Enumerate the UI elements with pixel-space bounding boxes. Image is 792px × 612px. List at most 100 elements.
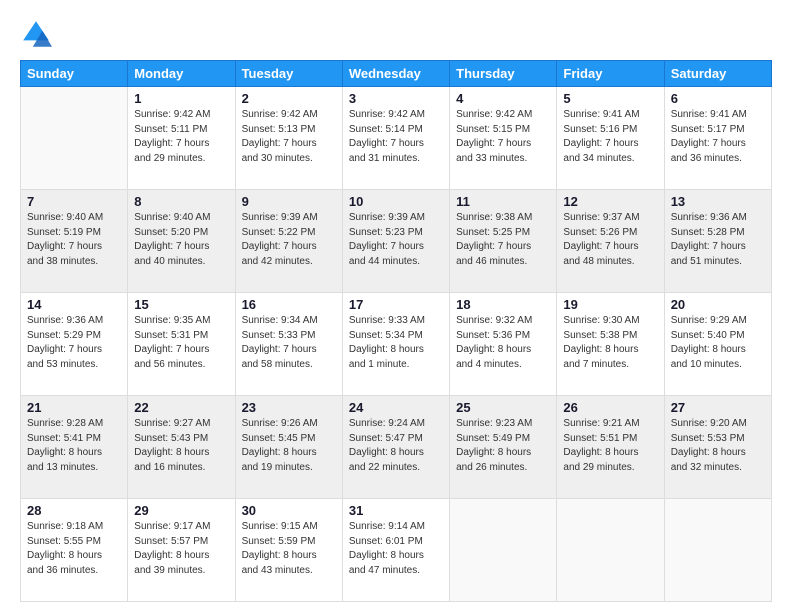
weekday-header-row: SundayMondayTuesdayWednesdayThursdayFrid… xyxy=(21,61,772,87)
calendar-cell: 12 Sunrise: 9:37 AMSunset: 5:26 PMDayligh… xyxy=(557,190,664,293)
day-number: 23 xyxy=(242,400,336,415)
day-info: Sunrise: 9:18 AMSunset: 5:55 PMDaylight:… xyxy=(27,520,121,578)
day-number: 19 xyxy=(563,297,657,312)
day-number: 10 xyxy=(349,194,443,209)
page: SundayMondayTuesdayWednesdayThursdayFrid… xyxy=(0,0,792,612)
week-row-1: 1Sunrise: 9:42 AMSunset: 5:11 PMDaylight… xyxy=(21,87,772,190)
calendar-cell: 7 Sunrise: 9:40 AMSunset: 5:19 PMDaylight… xyxy=(21,190,128,293)
calendar-cell: 29 Sunrise: 9:17 AMSunset: 5:57 PMDayligh… xyxy=(128,499,235,602)
day-number: 30 xyxy=(242,503,336,518)
day-info: Sunrise: 9:42 AMSunset: 5:13 PMDaylight:… xyxy=(242,108,336,166)
day-info: Sunrise: 9:36 AMSunset: 5:28 PMDaylight:… xyxy=(671,211,765,269)
day-number: 29 xyxy=(134,503,228,518)
day-info: Sunrise: 9:39 AMSunset: 5:23 PMDaylight:… xyxy=(349,211,443,269)
calendar-cell: 5Sunrise: 9:41 AMSunset: 5:16 PMDaylight… xyxy=(557,87,664,190)
day-number: 25 xyxy=(456,400,550,415)
day-number: 8 xyxy=(134,194,228,209)
calendar-cell: 21 Sunrise: 9:28 AMSunset: 5:41 PMDayligh… xyxy=(21,396,128,499)
day-number: 17 xyxy=(349,297,443,312)
calendar-cell: 9 Sunrise: 9:39 AMSunset: 5:22 PMDaylight… xyxy=(235,190,342,293)
day-info: Sunrise: 9:21 AMSunset: 5:51 PMDaylight:… xyxy=(563,417,657,475)
weekday-wednesday: Wednesday xyxy=(342,61,449,87)
weekday-monday: Monday xyxy=(128,61,235,87)
calendar-cell: 10 Sunrise: 9:39 AMSunset: 5:23 PMDayligh… xyxy=(342,190,449,293)
calendar-cell: 11 Sunrise: 9:38 AMSunset: 5:25 PMDayligh… xyxy=(450,190,557,293)
day-number: 26 xyxy=(563,400,657,415)
calendar-cell: 4Sunrise: 9:42 AMSunset: 5:15 PMDaylight… xyxy=(450,87,557,190)
calendar: SundayMondayTuesdayWednesdayThursdayFrid… xyxy=(20,60,772,602)
calendar-cell: 31 Sunrise: 9:14 AMSunset: 6:01 PMDayligh… xyxy=(342,499,449,602)
day-info: Sunrise: 9:30 AMSunset: 5:38 PMDaylight:… xyxy=(563,314,657,372)
day-info: Sunrise: 9:15 AMSunset: 5:59 PMDaylight:… xyxy=(242,520,336,578)
day-number: 13 xyxy=(671,194,765,209)
day-number: 2 xyxy=(242,91,336,106)
calendar-cell: 19 Sunrise: 9:30 AMSunset: 5:38 PMDayligh… xyxy=(557,293,664,396)
day-info: Sunrise: 9:38 AMSunset: 5:25 PMDaylight:… xyxy=(456,211,550,269)
calendar-cell: 24 Sunrise: 9:24 AMSunset: 5:47 PMDayligh… xyxy=(342,396,449,499)
day-number: 14 xyxy=(27,297,121,312)
week-row-2: 7 Sunrise: 9:40 AMSunset: 5:19 PMDaylight… xyxy=(21,190,772,293)
week-row-3: 14 Sunrise: 9:36 AMSunset: 5:29 PMDayligh… xyxy=(21,293,772,396)
calendar-cell: 25 Sunrise: 9:23 AMSunset: 5:49 PMDayligh… xyxy=(450,396,557,499)
day-info: Sunrise: 9:35 AMSunset: 5:31 PMDaylight:… xyxy=(134,314,228,372)
day-info: Sunrise: 9:39 AMSunset: 5:22 PMDaylight:… xyxy=(242,211,336,269)
day-number: 21 xyxy=(27,400,121,415)
logo-icon xyxy=(20,18,52,50)
calendar-cell: 6 Sunrise: 9:41 AMSunset: 5:17 PMDaylight… xyxy=(664,87,771,190)
day-number: 12 xyxy=(563,194,657,209)
day-info: Sunrise: 9:26 AMSunset: 5:45 PMDaylight:… xyxy=(242,417,336,475)
day-info: Sunrise: 9:42 AMSunset: 5:15 PMDaylight:… xyxy=(456,108,550,166)
day-number: 9 xyxy=(242,194,336,209)
calendar-cell: 30 Sunrise: 9:15 AMSunset: 5:59 PMDayligh… xyxy=(235,499,342,602)
day-number: 24 xyxy=(349,400,443,415)
day-number: 7 xyxy=(27,194,121,209)
day-number: 20 xyxy=(671,297,765,312)
day-number: 31 xyxy=(349,503,443,518)
day-info: Sunrise: 9:32 AMSunset: 5:36 PMDaylight:… xyxy=(456,314,550,372)
day-info: Sunrise: 9:23 AMSunset: 5:49 PMDaylight:… xyxy=(456,417,550,475)
calendar-cell: 23 Sunrise: 9:26 AMSunset: 5:45 PMDayligh… xyxy=(235,396,342,499)
day-info: Sunrise: 9:40 AMSunset: 5:19 PMDaylight:… xyxy=(27,211,121,269)
calendar-cell xyxy=(450,499,557,602)
calendar-cell: 20Sunrise: 9:29 AMSunset: 5:40 PMDayligh… xyxy=(664,293,771,396)
day-info: Sunrise: 9:20 AMSunset: 5:53 PMDaylight:… xyxy=(671,417,765,475)
calendar-cell: 13 Sunrise: 9:36 AMSunset: 5:28 PMDayligh… xyxy=(664,190,771,293)
day-info: Sunrise: 9:37 AMSunset: 5:26 PMDaylight:… xyxy=(563,211,657,269)
weekday-tuesday: Tuesday xyxy=(235,61,342,87)
calendar-cell: 17 Sunrise: 9:33 AMSunset: 5:34 PMDayligh… xyxy=(342,293,449,396)
header xyxy=(20,18,772,50)
day-info: Sunrise: 9:33 AMSunset: 5:34 PMDaylight:… xyxy=(349,314,443,372)
day-number: 11 xyxy=(456,194,550,209)
week-row-4: 21 Sunrise: 9:28 AMSunset: 5:41 PMDayligh… xyxy=(21,396,772,499)
weekday-saturday: Saturday xyxy=(664,61,771,87)
day-number: 5 xyxy=(563,91,657,106)
day-number: 16 xyxy=(242,297,336,312)
calendar-cell: 3Sunrise: 9:42 AMSunset: 5:14 PMDaylight… xyxy=(342,87,449,190)
day-number: 1 xyxy=(134,91,228,106)
day-number: 22 xyxy=(134,400,228,415)
day-info: Sunrise: 9:41 AMSunset: 5:17 PMDaylight:… xyxy=(671,108,765,166)
day-number: 18 xyxy=(456,297,550,312)
calendar-cell xyxy=(664,499,771,602)
day-number: 27 xyxy=(671,400,765,415)
day-info: Sunrise: 9:27 AMSunset: 5:43 PMDaylight:… xyxy=(134,417,228,475)
weekday-friday: Friday xyxy=(557,61,664,87)
calendar-cell: 16 Sunrise: 9:34 AMSunset: 5:33 PMDayligh… xyxy=(235,293,342,396)
calendar-cell: 15 Sunrise: 9:35 AMSunset: 5:31 PMDayligh… xyxy=(128,293,235,396)
calendar-cell: 27 Sunrise: 9:20 AMSunset: 5:53 PMDayligh… xyxy=(664,396,771,499)
calendar-cell: 2 Sunrise: 9:42 AMSunset: 5:13 PMDaylight… xyxy=(235,87,342,190)
calendar-cell xyxy=(557,499,664,602)
day-info: Sunrise: 9:28 AMSunset: 5:41 PMDaylight:… xyxy=(27,417,121,475)
week-row-5: 28Sunrise: 9:18 AMSunset: 5:55 PMDayligh… xyxy=(21,499,772,602)
day-info: Sunrise: 9:14 AMSunset: 6:01 PMDaylight:… xyxy=(349,520,443,578)
calendar-cell: 14 Sunrise: 9:36 AMSunset: 5:29 PMDayligh… xyxy=(21,293,128,396)
day-info: Sunrise: 9:24 AMSunset: 5:47 PMDaylight:… xyxy=(349,417,443,475)
weekday-thursday: Thursday xyxy=(450,61,557,87)
day-info: Sunrise: 9:34 AMSunset: 5:33 PMDaylight:… xyxy=(242,314,336,372)
day-info: Sunrise: 9:42 AMSunset: 5:14 PMDaylight:… xyxy=(349,108,443,166)
day-info: Sunrise: 9:36 AMSunset: 5:29 PMDaylight:… xyxy=(27,314,121,372)
day-number: 6 xyxy=(671,91,765,106)
day-number: 15 xyxy=(134,297,228,312)
day-info: Sunrise: 9:17 AMSunset: 5:57 PMDaylight:… xyxy=(134,520,228,578)
calendar-cell: 18 Sunrise: 9:32 AMSunset: 5:36 PMDayligh… xyxy=(450,293,557,396)
